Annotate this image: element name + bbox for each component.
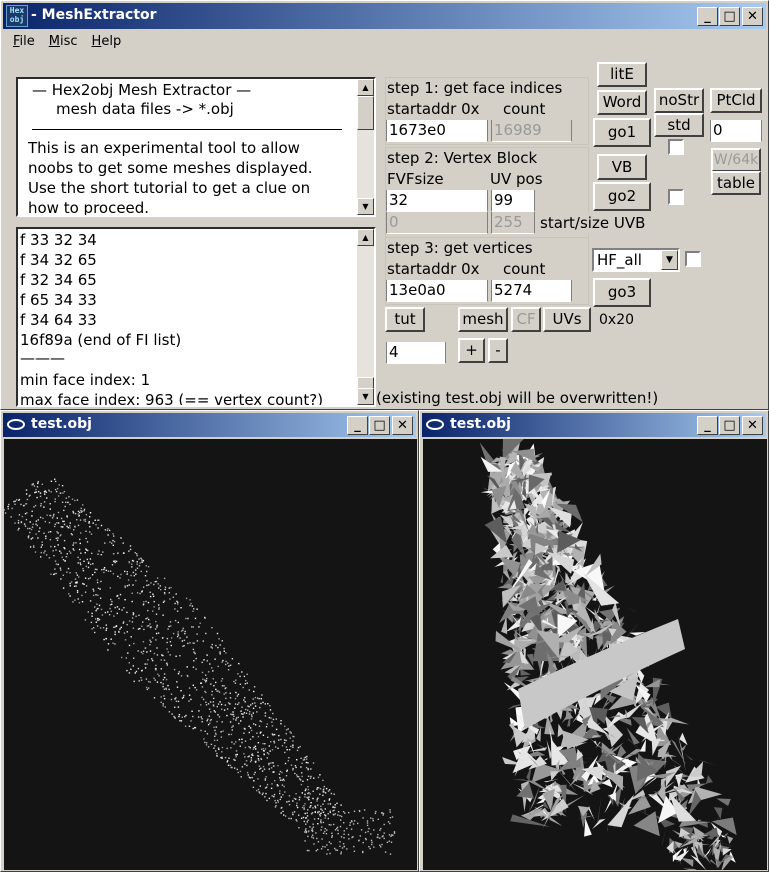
step1-count-input[interactable]: 16989: [491, 120, 572, 142]
close-button[interactable]: ✕: [742, 416, 763, 435]
hf-select[interactable]: HF_all ▼: [592, 248, 680, 272]
go1-button[interactable]: go1: [593, 118, 651, 147]
viewer-left-title: test.obj: [31, 416, 92, 432]
scroll-thumb[interactable]: [357, 96, 374, 130]
nostr-button[interactable]: noStr: [654, 88, 704, 113]
scroll-down-arrow-icon[interactable]: ▼: [357, 198, 374, 215]
scroll-up-arrow-icon[interactable]: ▲: [357, 79, 374, 96]
uvb-size-input[interactable]: 255: [491, 212, 535, 234]
mesh-render: [479, 439, 737, 870]
hf-select-value: HF_all: [597, 251, 642, 269]
close-button[interactable]: ✕: [742, 7, 763, 26]
maximize-button[interactable]: □: [719, 7, 740, 26]
eye-icon: [7, 419, 25, 430]
minus-button[interactable]: -: [488, 338, 508, 363]
main-window: Hex obj - MeshExtractor _ □ ✕ File Misc He…: [0, 0, 769, 410]
hf-checkbox[interactable]: [685, 251, 701, 267]
log-line: f 32 34 65: [20, 271, 97, 289]
maximize-button[interactable]: □: [719, 416, 740, 435]
uvs-button[interactable]: UVs: [543, 307, 591, 332]
step1-count-label: count: [503, 99, 546, 119]
intro-heading: — Hex2obj Mesh Extractor —: [32, 81, 252, 99]
intro-line-2: noobs to get some meshes displayed.: [28, 159, 313, 177]
window-title: - MeshExtractor: [31, 7, 157, 23]
eye-icon: [426, 419, 444, 430]
main-titlebar[interactable]: Hex obj - MeshExtractor _ □ ✕: [3, 3, 766, 29]
uvb-start-input[interactable]: 0: [386, 212, 488, 234]
viewer-left-titlebar[interactable]: test.obj _ □ ✕: [3, 413, 416, 437]
step2-fvf-label: FVFsize: [387, 169, 444, 189]
hex-label: 0x20: [599, 310, 635, 330]
log-line: f 33 32 34: [20, 231, 97, 249]
step-input[interactable]: 4: [386, 342, 446, 364]
log-line: f 34 64 33: [20, 311, 97, 329]
cf-button[interactable]: CF: [511, 307, 541, 332]
std-checkbox[interactable]: [668, 139, 684, 155]
table-button[interactable]: table: [711, 171, 761, 195]
std-button[interactable]: std: [654, 113, 704, 137]
word-button[interactable]: Word: [597, 90, 647, 115]
menu-bar: File Misc Help: [5, 31, 127, 53]
status-text: (existing test.obj will be overwritten!): [376, 388, 667, 408]
minimize-button[interactable]: _: [697, 416, 718, 435]
app-icon: Hex obj: [6, 5, 28, 27]
intro-line-4: how to proceed.: [28, 199, 150, 217]
ptcld-button[interactable]: PtCld: [710, 88, 762, 113]
menu-misc[interactable]: Misc: [49, 31, 78, 53]
chevron-down-icon[interactable]: ▼: [661, 250, 678, 270]
w64k-button[interactable]: W/64k: [711, 148, 761, 172]
viewer-window-left: test.obj _ □ ✕: [0, 410, 419, 872]
log-line: ———: [20, 349, 65, 367]
menu-help[interactable]: Help: [92, 31, 122, 53]
minimize-button[interactable]: _: [347, 416, 368, 435]
step3-title: step 3: get vertices: [387, 238, 533, 258]
uv-pos-input[interactable]: 99: [491, 190, 535, 212]
step3-count-label: count: [503, 259, 546, 279]
mesh-viewport[interactable]: [423, 439, 767, 870]
intro-line-1: This is an experimental tool to allow: [28, 139, 300, 157]
step1-startaddr-label: startaddr 0x: [387, 99, 480, 119]
intro-divider: [32, 129, 342, 130]
menu-file[interactable]: File: [13, 31, 35, 53]
step2-uv-label: UV pos: [490, 169, 543, 189]
fvf-size-input[interactable]: 32: [386, 190, 488, 212]
intro-scrollbar[interactable]: ▲ ▼: [357, 79, 374, 215]
mesh-button[interactable]: mesh: [458, 307, 508, 332]
viewer-right-title: test.obj: [450, 416, 511, 432]
go2-checkbox[interactable]: [668, 189, 684, 205]
lite-button[interactable]: litE: [597, 62, 647, 87]
log-line: max face index: 963 (== vertex count?): [20, 391, 324, 407]
intro-subheading: mesh data files -> *.obj: [56, 100, 234, 118]
tut-button[interactable]: tut: [385, 307, 425, 332]
step1-startaddr-input[interactable]: 1673e0: [386, 120, 488, 142]
point-cloud-render: [4, 478, 396, 855]
intro-panel: — Hex2obj Mesh Extractor — mesh data fil…: [16, 77, 376, 217]
uvb-label: start/size UVB: [537, 213, 649, 233]
intro-line-3: Use the short tutorial to get a clue on: [28, 179, 311, 197]
close-button[interactable]: ✕: [392, 416, 413, 435]
plus-button[interactable]: +: [458, 338, 485, 363]
go2-button[interactable]: go2: [593, 182, 651, 211]
step3-startaddr-input[interactable]: 13e0a0: [386, 280, 488, 302]
scroll-down-arrow-icon[interactable]: ▼: [357, 388, 374, 405]
log-scrollbar[interactable]: ▲ ▼: [357, 229, 374, 405]
minimize-button[interactable]: _: [697, 7, 718, 26]
log-line: f 65 34 33: [20, 291, 97, 309]
log-panel: f 33 32 34 f 34 32 65 f 32 34 65 f 65 34…: [16, 227, 376, 407]
log-line: 16f89a (end of FI list): [20, 331, 182, 349]
viewer-window-right: test.obj _ □ ✕: [419, 410, 769, 872]
log-line: min face index: 1: [20, 371, 151, 389]
point-cloud-viewport[interactable]: [4, 439, 417, 870]
ptcld-input[interactable]: 0: [710, 120, 762, 142]
log-line: f 34 32 65: [20, 251, 97, 269]
viewer-right-titlebar[interactable]: test.obj _ □ ✕: [422, 413, 766, 437]
step3-count-input[interactable]: 5274: [491, 280, 572, 302]
step1-title: step 1: get face indices: [387, 78, 563, 98]
scroll-up-arrow-icon[interactable]: ▲: [357, 229, 374, 246]
step2-title: step 2: Vertex Block: [387, 148, 538, 168]
step3-startaddr-label: startaddr 0x: [387, 259, 480, 279]
vb-button[interactable]: VB: [597, 154, 647, 180]
maximize-button[interactable]: □: [369, 416, 390, 435]
go3-button[interactable]: go3: [593, 278, 651, 307]
